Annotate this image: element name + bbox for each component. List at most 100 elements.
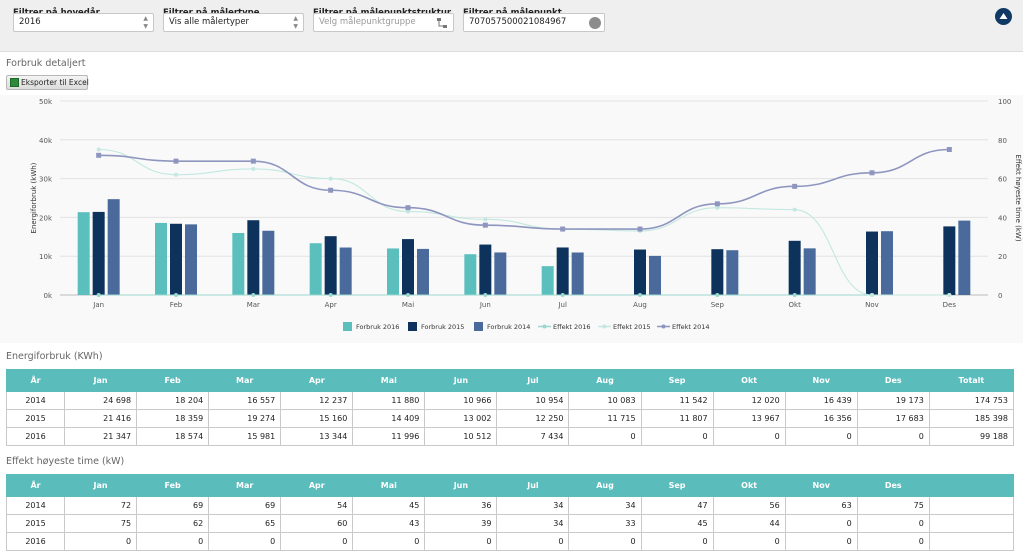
x-tick-label: Jun [479, 301, 491, 309]
effect-table: År Jan Feb Mar Apr Mai Jun Jul Aug Sep Okt Nov Des 20… [5, 474, 1015, 551]
bar-forbruk-2014 [571, 252, 584, 295]
bar-forbruk-2015 [479, 244, 492, 295]
legend-marker [661, 324, 666, 329]
energy-table-title: Energiforbruk (KWh) [6, 351, 103, 362]
meter-structure-input[interactable]: Velg målepunktgruppe [313, 13, 454, 32]
table-cell: 0 [136, 532, 210, 551]
table-cell: 17 683 [856, 409, 930, 428]
table-cell: 16 356 [784, 409, 858, 428]
line-point [251, 293, 256, 297]
table-cell: 2015 [5, 409, 66, 428]
table-cell: 36 [424, 496, 498, 515]
y-tick-label: 0k [43, 292, 52, 300]
table-cell: 99 188 [928, 427, 1015, 446]
column-header: Des [856, 369, 930, 392]
consumption-chart: 0k 10k 20k 30k 40k 50k 0 20 40 60 80 100 Energiforbr… [0, 95, 1023, 343]
column-header: Apr [280, 369, 354, 392]
table-cell: 11 880 [352, 391, 426, 410]
bar-forbruk-2016 [155, 222, 167, 295]
bar-forbruk-2014 [803, 248, 816, 295]
chevron-up-icon [999, 13, 1008, 19]
table-cell: 24 698 [64, 391, 138, 410]
line-point [328, 293, 333, 297]
table-cell: 15 160 [280, 409, 354, 428]
table-cell: 54 [280, 496, 354, 515]
bar-forbruk-2016 [387, 248, 399, 295]
meter-point-input[interactable]: 707057500021084967 [463, 13, 605, 32]
x-tick-label: Sep [711, 301, 725, 309]
main-year-select[interactable]: 2016 ▲ ▼ [13, 13, 154, 32]
table-cell: 2014 [5, 496, 66, 515]
meter-type-select[interactable]: Vis alle målertyper ▲ ▼ [163, 13, 304, 32]
x-tick-label: Nov [865, 301, 879, 309]
table-cell: 0 [568, 427, 642, 446]
line-point [715, 293, 720, 297]
table-cell: 13 002 [424, 409, 498, 428]
table-cell: 44 [712, 514, 786, 533]
column-header: Totalt [928, 369, 1015, 392]
table-cell: 12 250 [496, 409, 570, 428]
section-title: Forbruk detaljert [6, 58, 86, 69]
y2-tick-label: 20 [998, 253, 1007, 261]
column-header: Nov [784, 369, 858, 392]
bar-forbruk-2014 [649, 255, 661, 295]
line-point [174, 293, 178, 297]
main-year-value: 2016 [19, 17, 41, 27]
table-cell: 18 204 [136, 391, 210, 410]
meter-structure-placeholder: Velg målepunktgruppe [319, 17, 416, 27]
table-cell: 15 981 [208, 427, 282, 446]
column-header: Jan [64, 474, 138, 497]
table-cell: 0 [568, 532, 642, 551]
table-cell: 0 [64, 532, 138, 551]
table-cell: 56 [712, 496, 786, 515]
table-cell: 34 [496, 514, 570, 533]
bar-forbruk-2015 [866, 231, 878, 295]
bar-forbruk-2014 [494, 252, 507, 295]
bar-forbruk-2016 [232, 232, 245, 295]
meter-type-value: Vis alle målertyper [169, 17, 250, 27]
table-cell: 2016 [5, 427, 66, 446]
y-tick-label: 10k [39, 253, 53, 261]
meter-point-picker-icon[interactable] [589, 17, 601, 29]
column-header: Mar [208, 474, 282, 497]
x-tick-label: Okt [789, 301, 802, 309]
column-header: År [5, 474, 66, 497]
table-cell: 60 [280, 514, 354, 533]
x-tick-label: Feb [170, 301, 183, 309]
bar-forbruk-2014 [339, 247, 352, 295]
export-excel-button[interactable]: Eksporter til Excel [6, 75, 89, 90]
line-point [250, 158, 256, 164]
bar-forbruk-2014 [107, 199, 120, 295]
bar-forbruk-2015 [943, 226, 956, 295]
column-header: Sep [640, 369, 714, 392]
table-cell: 21 416 [64, 409, 138, 428]
line-point [405, 205, 411, 211]
column-header: Des [856, 474, 930, 497]
bar-forbruk-2016 [309, 243, 322, 295]
column-header: Mar [208, 369, 282, 392]
bar-forbruk-2015 [634, 249, 646, 295]
line-point [96, 152, 102, 158]
collapse-filters-button[interactable] [995, 8, 1012, 25]
column-header [928, 474, 1015, 497]
table-row: 2015 75 62 65 60 43 39 34 33 45 44 0 0 [5, 514, 1015, 533]
legend-marker [542, 324, 547, 329]
table-cell: 16 557 [208, 391, 282, 410]
table-cell: 43 [352, 514, 426, 533]
table-cell: 69 [136, 496, 210, 515]
bar-forbruk-2014 [185, 224, 197, 295]
table-cell: 21 347 [64, 427, 138, 446]
legend-label: Effekt 2015 [613, 323, 651, 331]
line-point [483, 217, 488, 222]
bar-forbruk-2015 [247, 220, 260, 295]
table-cell: 62 [136, 514, 210, 533]
y2-tick-label: 60 [998, 176, 1007, 184]
column-header: Okt [712, 474, 786, 497]
line-point [328, 187, 334, 193]
line-point [792, 293, 797, 297]
table-cell: 10 512 [424, 427, 498, 446]
column-header: Feb [136, 474, 210, 497]
table-cell: 10 083 [568, 391, 642, 410]
x-tick-label: Mai [402, 301, 414, 309]
effect-table-header-row: År Jan Feb Mar Apr Mai Jun Jul Aug Sep Okt Nov Des [5, 474, 1015, 497]
